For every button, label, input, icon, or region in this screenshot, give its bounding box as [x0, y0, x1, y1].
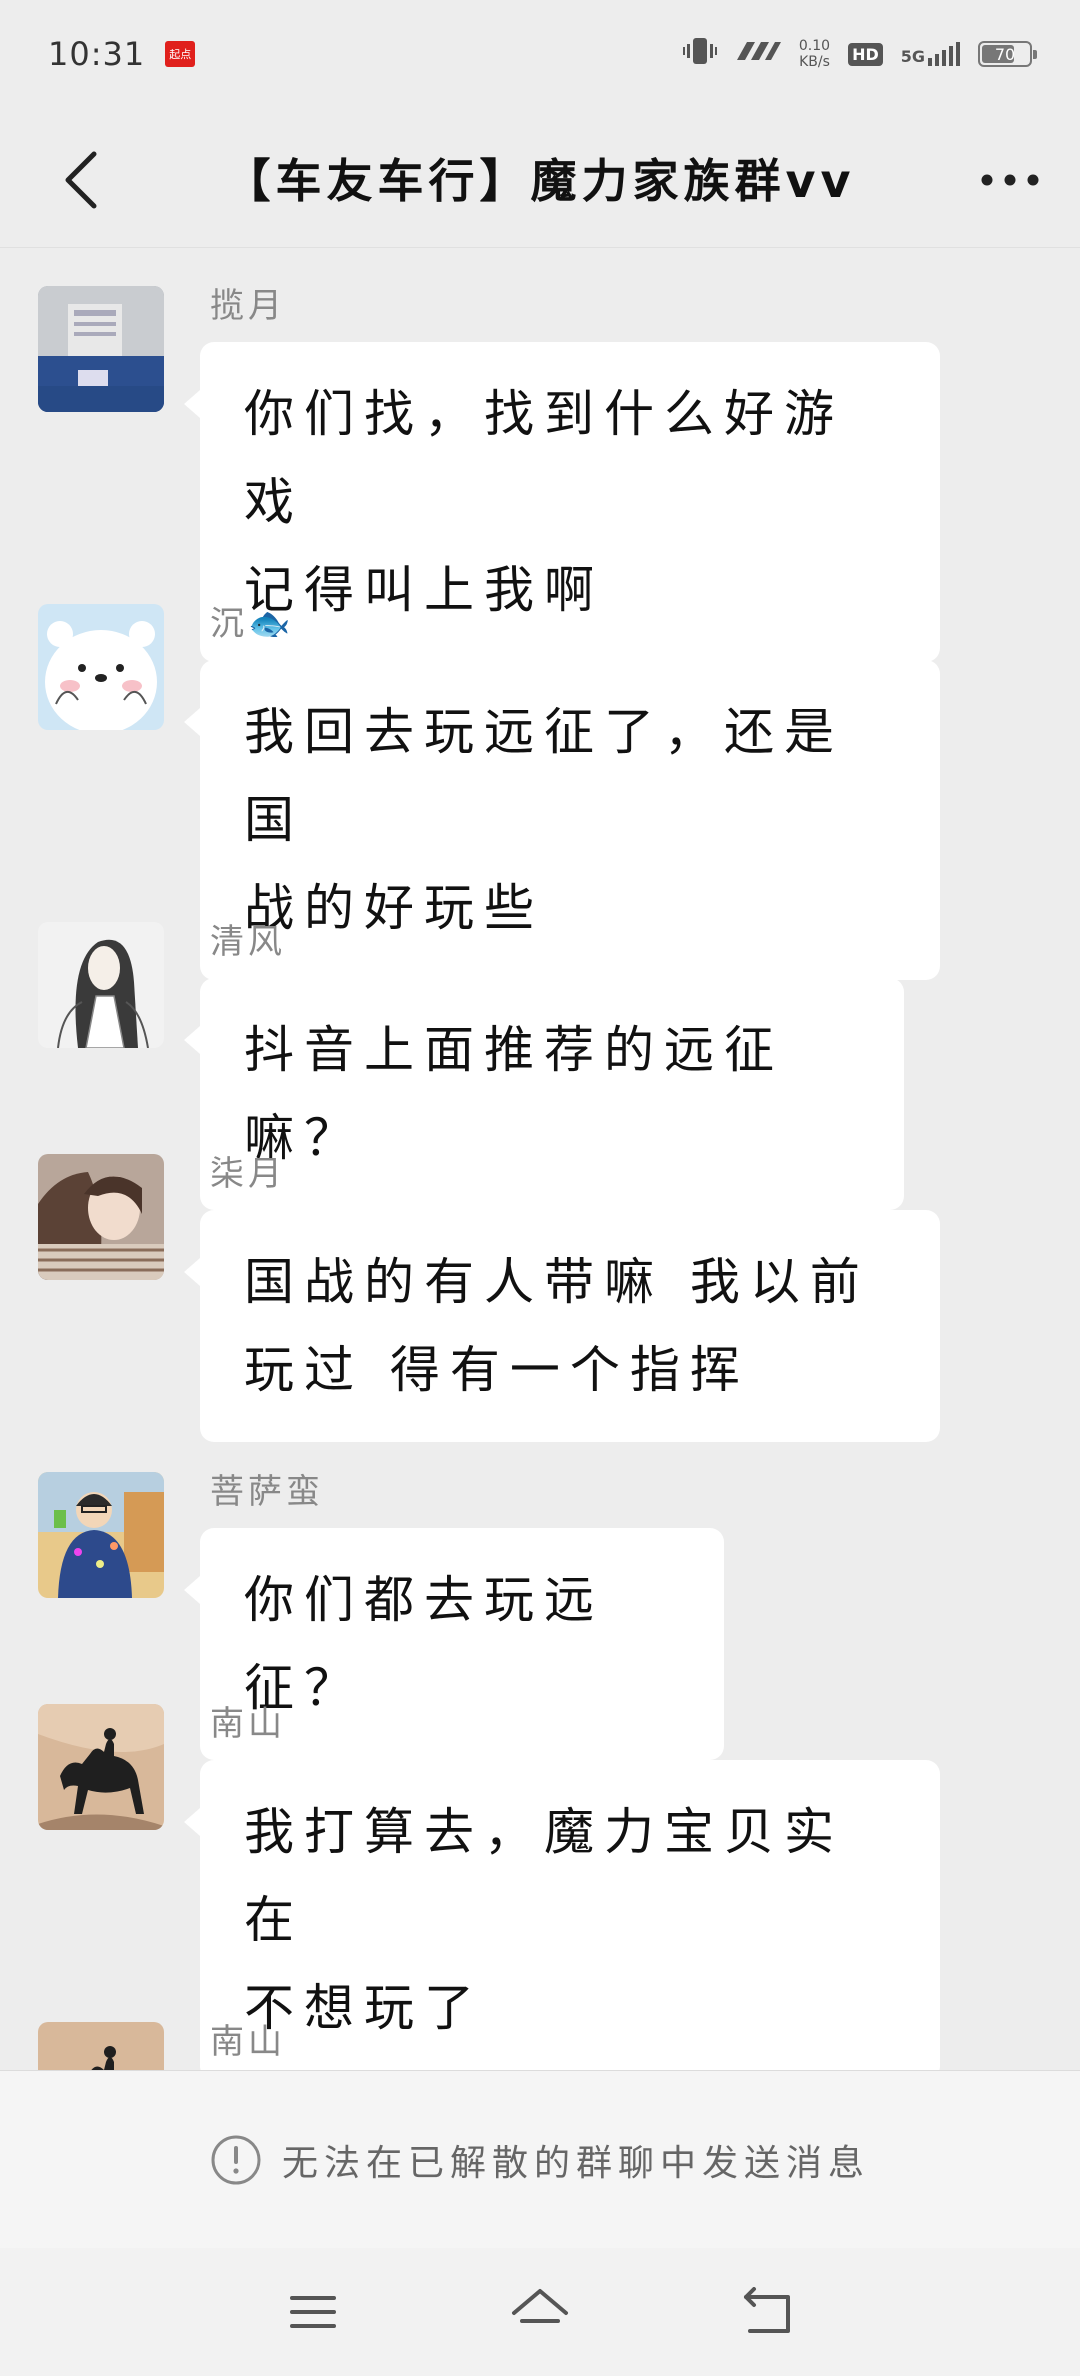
- back-icon: [743, 2287, 790, 2333]
- chevron-left-icon: [65, 151, 97, 209]
- status-time: 10:31: [48, 35, 146, 73]
- app-notification-icon: 起点: [165, 41, 196, 67]
- message-bubble[interactable]: 我打算去，魔力宝贝实在 不想玩了: [184, 1760, 940, 2070]
- menu-icon: [290, 2296, 337, 2328]
- system-navigation-bar: [0, 2248, 1080, 2376]
- sender-name: 菩萨蛮: [210, 1472, 324, 1512]
- sender-name: 柒月: [210, 1154, 286, 1194]
- home-button[interactable]: [495, 2267, 585, 2357]
- message-bubble[interactable]: 我回去玩远征了，还是国 战的好玩些: [184, 660, 940, 980]
- message-list[interactable]: 揽月 你们找，找到什么好游戏 记得叫上我啊 沉🐟 我回去玩远征了，还是国 战的好…: [0, 248, 1080, 2070]
- avatar[interactable]: [38, 2022, 164, 2070]
- avatar[interactable]: [38, 286, 164, 412]
- message-bubble[interactable]: 国战的有人带嘛 我以前 玩过 得有一个指挥: [184, 1210, 940, 1442]
- sender-name: 南山: [210, 2022, 286, 2062]
- message-line: 玩过 得有一个指挥: [244, 1341, 750, 1399]
- group-dissolved-notice: 无法在已解散的群聊中发送消息: [0, 2070, 1080, 2248]
- back-nav-button[interactable]: [722, 2267, 812, 2357]
- nfc-icon: [735, 39, 781, 69]
- avatar[interactable]: [38, 1704, 164, 1830]
- message-line: 国战的有人带嘛 我以前: [244, 1253, 870, 1311]
- message-line: 我回去玩远征了，还是国: [244, 703, 844, 849]
- message-line: 抖音上面推荐的远征嘛？: [244, 1021, 784, 1167]
- battery-icon: 70: [978, 41, 1037, 67]
- status-icons: 0.10 KB/s HD 5G 70: [682, 36, 1037, 73]
- exclamation-circle-icon: [211, 2135, 261, 2184]
- message-bubble[interactable]: 抖音上面推荐的远征嘛？: [184, 978, 904, 1210]
- message-line: 记得叫上我啊: [244, 561, 604, 619]
- vibrate-icon: [682, 36, 717, 73]
- sender-name: 南山: [210, 1704, 286, 1744]
- avatar[interactable]: [38, 1154, 164, 1280]
- network-speed-value: 0.10: [798, 38, 831, 54]
- message-bubble[interactable]: 你们找，找到什么好游戏 记得叫上我啊: [184, 342, 940, 662]
- avatar[interactable]: [38, 604, 164, 730]
- message-line: 我打算去，魔力宝贝实在: [244, 1803, 844, 1949]
- sender-name: 揽月: [210, 286, 286, 326]
- network-type: 5G: [900, 47, 925, 66]
- message-line: 战的好玩些: [244, 879, 544, 937]
- message-line: 你们找，找到什么好游戏: [244, 385, 844, 531]
- avatar[interactable]: [38, 922, 164, 1048]
- avatar[interactable]: [38, 1472, 164, 1598]
- battery-level: 70: [994, 44, 1016, 64]
- message-line: 你们都去玩远征？: [244, 1571, 604, 1717]
- sender-name: 清风: [210, 922, 286, 962]
- more-options-button[interactable]: [970, 140, 1050, 220]
- network-speed-unit: KB/s: [799, 54, 830, 70]
- notice-text: 无法在已解散的群聊中发送消息: [281, 2142, 870, 2184]
- chat-header: 【车友车行】魔力家族群vv: [0, 108, 1080, 248]
- network-speed: 0.10 KB/s: [799, 38, 830, 70]
- message-line: 不想玩了: [244, 1979, 484, 2037]
- home-icon: [511, 2289, 568, 2323]
- more-icon: [981, 174, 1039, 186]
- hd-icon: HD: [848, 42, 883, 66]
- signal-icon: 5G: [901, 42, 960, 66]
- back-button[interactable]: [40, 140, 120, 220]
- chat-title: 【车友车行】魔力家族群vv: [224, 153, 856, 208]
- status-bar: 10:31 起点 0.10 KB/s HD 5G 70: [0, 0, 1080, 108]
- sender-name: 沉🐟: [210, 604, 295, 644]
- menu-button[interactable]: [268, 2267, 358, 2357]
